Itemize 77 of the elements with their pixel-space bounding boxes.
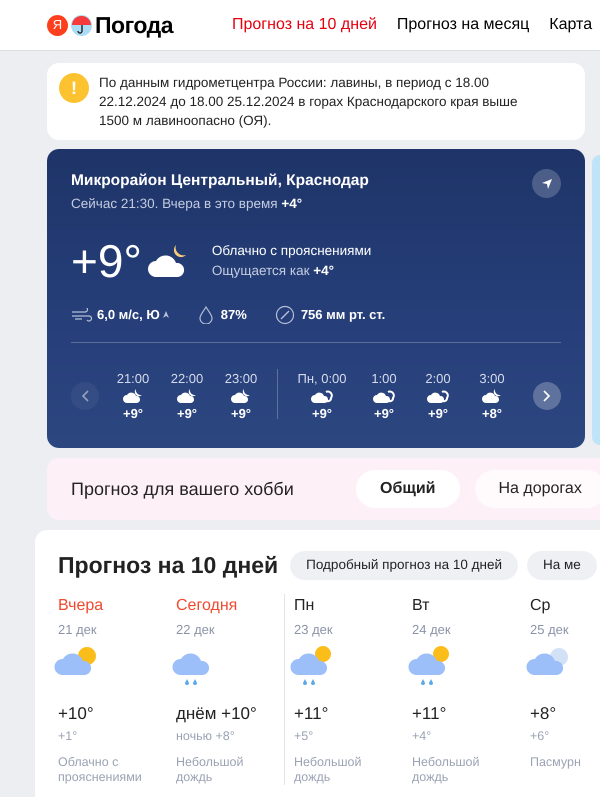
hour-label: 23:00 — [224, 370, 258, 388]
next-button[interactable] — [533, 382, 561, 410]
cloud-moon-icon — [481, 388, 503, 404]
day-name: Вт — [412, 596, 430, 616]
day-name: Ср — [530, 596, 552, 616]
day-temperature: днём +10° — [176, 703, 258, 725]
hour-temperature: +8° — [482, 405, 502, 423]
hour-label: Пн, 0:00 — [297, 370, 347, 388]
forecast-link[interactable]: Подробный прогноз на 10 дней — [290, 550, 518, 580]
night-temperature: +5° — [294, 728, 314, 744]
current-temperature: +9° — [71, 234, 142, 286]
day-condition: Облачно с прояснениями — [58, 755, 143, 786]
nav-link[interactable]: Прогноз на месяц — [396, 13, 530, 37]
hour-temperature: +9° — [312, 405, 332, 423]
cloud-moon-icon — [372, 388, 396, 404]
warning-icon: ! — [59, 73, 89, 103]
pressure-text: 756 мм рт. ст. — [300, 306, 386, 324]
hour-temperature: +9° — [428, 405, 448, 423]
umbrella-icon — [71, 14, 92, 36]
chevron-left-icon — [81, 390, 89, 402]
humidity-text: 87% — [220, 306, 247, 324]
day-date: 23 дек — [294, 620, 334, 639]
day-date: 25 дек — [530, 620, 570, 639]
night-temperature: ночью +8° — [176, 728, 236, 744]
night-temperature: +6° — [530, 728, 550, 744]
day-temperature: +11° — [412, 703, 448, 725]
hour-label: 2:00 — [425, 370, 451, 388]
condition-text: Облачно с прояснениями — [212, 242, 372, 260]
location-title: Микрорайон Центральный, Краснодар — [71, 171, 369, 191]
feels-like-text: Ощущается как +4° — [212, 262, 336, 280]
forecast-title: Прогноз на 10 дней — [58, 551, 278, 580]
day-date: 24 дек — [412, 620, 452, 639]
wind-icon — [71, 308, 93, 322]
cloud-moon-icon — [176, 388, 198, 404]
hour-label: 1:00 — [371, 370, 397, 388]
hour-label: 21:00 — [116, 370, 150, 388]
wind-direction-icon — [162, 311, 169, 318]
current-time-text: Сейчас 21:30. Вчера в это время +4° — [71, 195, 304, 214]
day-name: Вчера — [58, 596, 104, 616]
nav-link[interactable]: Прогноз на 10 дней — [232, 13, 377, 37]
hobby-chip[interactable]: Общий — [356, 470, 460, 508]
day-temperature: +8° — [530, 703, 558, 725]
gauge-icon — [274, 304, 295, 324]
hour-temperature: +9° — [176, 405, 198, 423]
day-condition: Небольшой дождь — [412, 755, 480, 786]
hobby-chip[interactable]: На дорогах — [474, 470, 600, 508]
hobby-title: Прогноз для вашего хобби — [71, 478, 295, 501]
day-name: Пн — [294, 596, 316, 616]
day-condition: Небольшой дождь — [294, 755, 362, 786]
day-condition: Небольшой дождь — [176, 755, 244, 786]
forecast-link[interactable]: На ме — [527, 550, 597, 580]
navigation-arrow-icon — [540, 178, 552, 190]
droplet-icon — [198, 306, 213, 324]
cloud-moon-icon — [310, 388, 334, 404]
hour-temperature: +9° — [374, 405, 394, 423]
logo-badge[interactable]: Я — [47, 14, 68, 36]
day-name: Сегодня — [176, 596, 238, 616]
night-temperature: +4° — [412, 728, 432, 744]
day-temperature: +10° — [58, 703, 95, 725]
chevron-right-icon — [543, 390, 551, 402]
logo-text[interactable]: Погода — [95, 8, 173, 42]
cloud-moon-icon — [426, 388, 450, 404]
day-date: 21 дек — [58, 620, 98, 639]
location-button[interactable] — [532, 169, 561, 198]
alert-text: По данным гидрометцентра России: лавины, в период с 18.00 22.12.2024 до 18.00 25.12.2024 в горах Краснодарского края выше 1500 м лавиноопасно (ОЯ). — [99, 74, 518, 130]
nav-link[interactable]: Карта — [549, 13, 592, 37]
hour-temperature: +9° — [230, 405, 252, 423]
hour-label: 3:00 — [479, 370, 505, 388]
day-date: 22 дек — [176, 620, 216, 639]
hour-label: 22:00 — [170, 370, 204, 388]
cloud-moon-icon — [122, 388, 144, 404]
cloud-moon-icon — [230, 388, 252, 404]
hour-temperature: +9° — [122, 405, 144, 423]
wind-text: 6,0 м/с, Ю — [97, 306, 160, 324]
day-temperature: +11° — [294, 703, 330, 725]
night-temperature: +1° — [58, 728, 78, 744]
day-condition: Пасмурн — [530, 755, 582, 770]
